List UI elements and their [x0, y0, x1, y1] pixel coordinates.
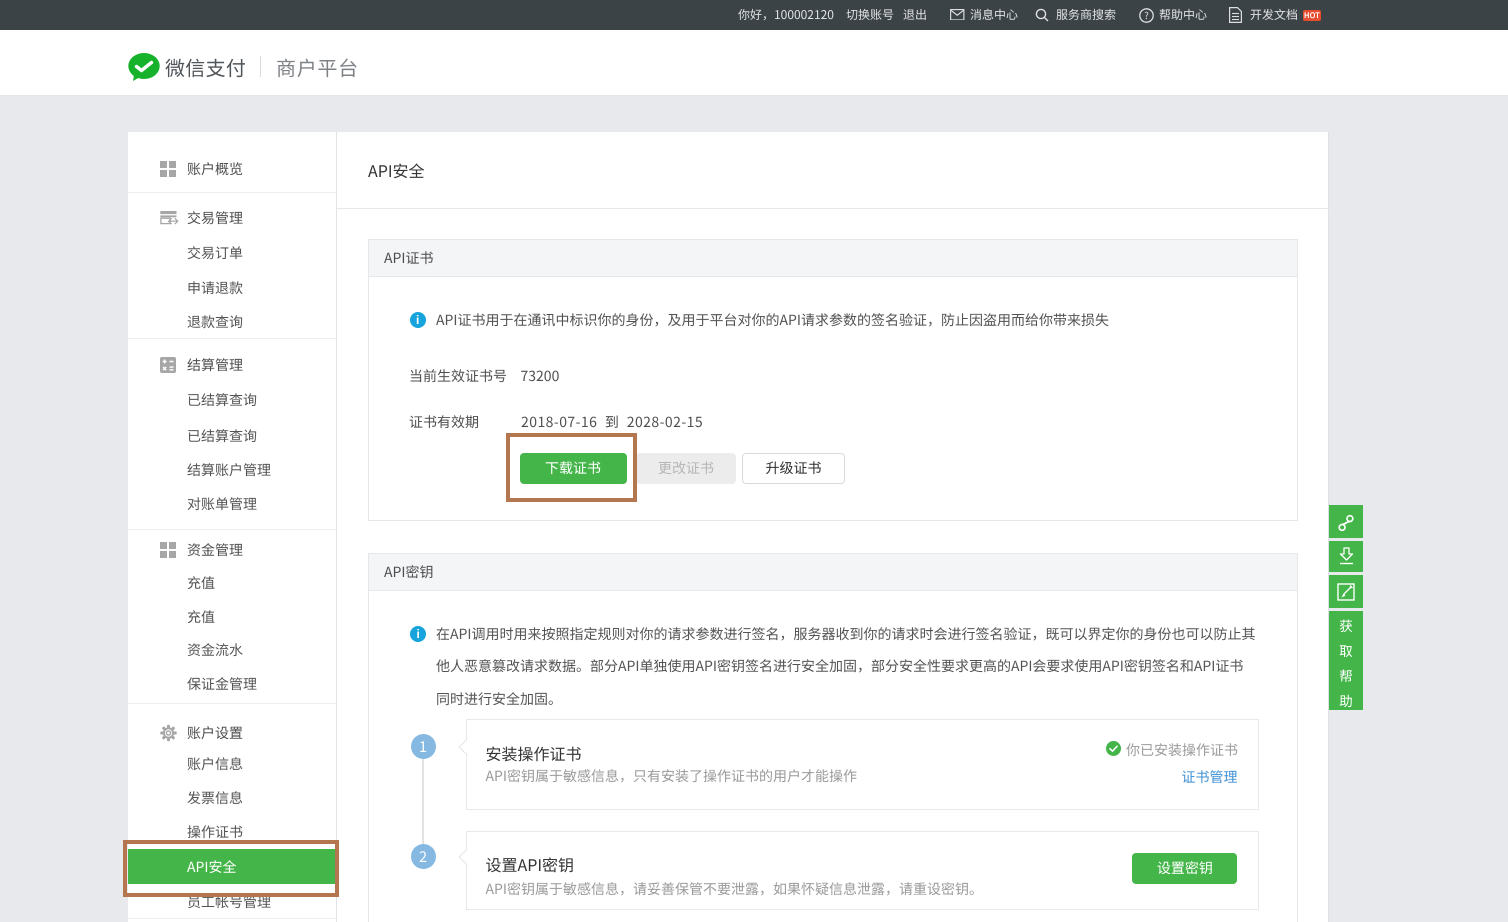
svg-text:?: ? — [1144, 8, 1149, 22]
